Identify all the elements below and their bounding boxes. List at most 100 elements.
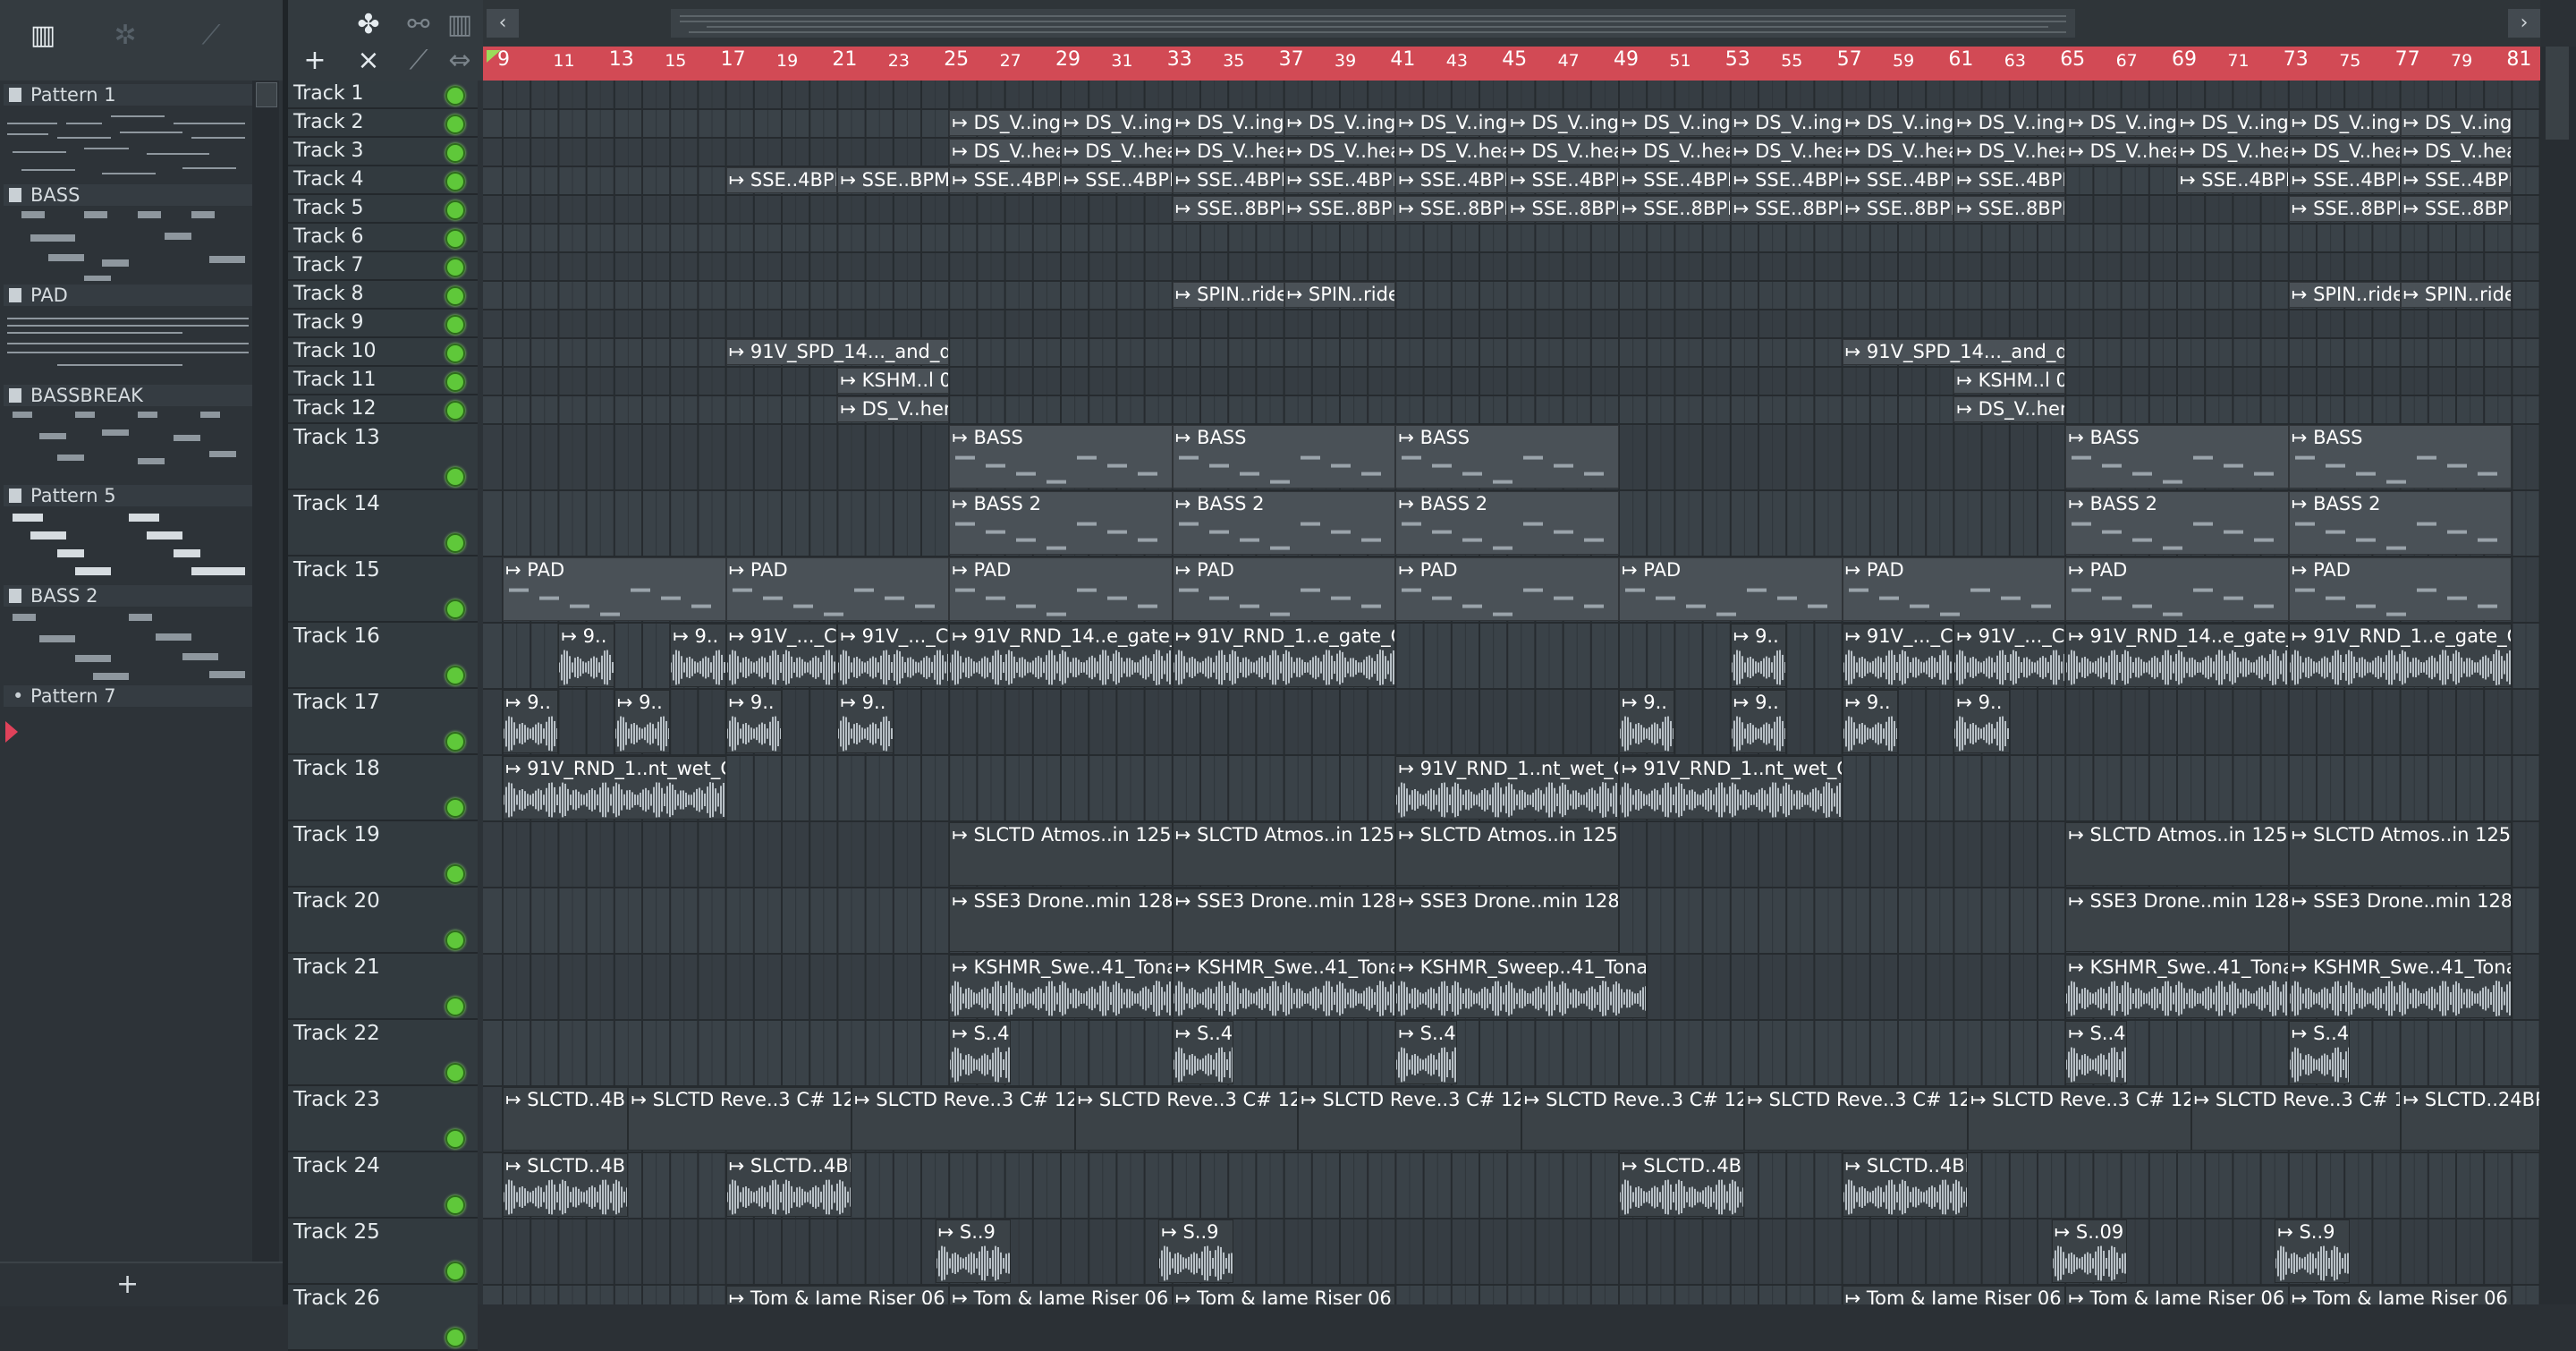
track-header[interactable]: Track 14 — [288, 490, 478, 557]
track-header[interactable]: Track 18 — [288, 755, 478, 821]
playlist-clip[interactable]: ↦ 91V_..._Cm — [725, 624, 838, 687]
playlist-clip[interactable]: ↦ 91V_..._Cm — [1953, 624, 2066, 687]
mute-led-button[interactable] — [445, 372, 465, 392]
playlist-clip[interactable]: ↦ PAD — [725, 557, 950, 621]
playlist-clip[interactable]: ↦ BASS 2 — [2065, 491, 2289, 555]
playlist-clip[interactable]: ↦ DS_V..heat — [1061, 139, 1173, 165]
track-header[interactable]: Track 15 — [288, 557, 478, 623]
playlist-clip[interactable]: ↦ SSE..4BPM — [949, 167, 1061, 193]
track-name[interactable]: Track 4 — [293, 168, 364, 191]
playlist-clip[interactable]: ↦ SSE..4BPM — [1172, 167, 1284, 193]
track-name[interactable]: Track 19 — [293, 823, 380, 846]
playlist-clip[interactable]: ↦ DS_V..ing — [949, 110, 1061, 136]
playlist-clip[interactable]: ↦ Tom & Jame Riser 06 — [2065, 1286, 2289, 1304]
overview-minimap[interactable] — [671, 9, 2075, 38]
playlist-clip[interactable]: ↦ DS_V..heat — [949, 139, 1061, 165]
playlist-clip[interactable]: ↦ DS_V..ing — [1953, 110, 2066, 136]
playlist-clip[interactable]: ↦ 9.. — [614, 690, 671, 753]
slice-tool-icon[interactable]: ⟋ — [399, 43, 438, 79]
playlist-clip[interactable]: ↦ SSE..8BPM — [1619, 196, 1731, 222]
track-name[interactable]: Track 6 — [293, 225, 364, 248]
playlist-clip[interactable]: ↦ BASS — [949, 425, 1173, 489]
mute-led-button[interactable] — [445, 115, 465, 134]
playlist-clip[interactable]: ↦ DS_V..heat — [1172, 139, 1284, 165]
playlist-clip[interactable]: ↦ SSE3 Drone..min 128BPM — [949, 888, 1173, 952]
automation-icon[interactable]: ⟋ — [193, 18, 229, 54]
playlist-clip[interactable]: ↦ DS_V..heat — [2065, 139, 2177, 165]
track-header[interactable]: Track 25 — [288, 1219, 478, 1285]
mute-led-button[interactable] — [445, 666, 465, 685]
playlist-clip[interactable]: ↦ S..4 — [1172, 1021, 1234, 1084]
mute-led-button[interactable] — [445, 86, 465, 106]
playlist-clip[interactable]: ↦ 9.. — [503, 690, 559, 753]
playlist-clip[interactable]: ↦ SSE..8BPM — [1395, 196, 1508, 222]
track-header[interactable]: Track 20 — [288, 888, 478, 954]
playlist-clip[interactable]: ↦ DS_V..heat — [1507, 139, 1619, 165]
playlist-clip[interactable]: ↦ 91V_RND_1..nt_wet_Cm — [1395, 756, 1619, 820]
track-name[interactable]: Track 18 — [293, 757, 380, 780]
track-header[interactable]: Track 4 — [288, 166, 478, 195]
track-header[interactable]: Track 24 — [288, 1152, 478, 1219]
playlist-clip[interactable]: ↦ DS_V..ing — [2065, 110, 2177, 136]
track-header[interactable]: Track 26 — [288, 1285, 478, 1351]
playlist-clip[interactable]: ↦ SSE..4BPM — [1284, 167, 1396, 193]
playlist-clip[interactable]: ↦ DS_V..ing — [2400, 110, 2512, 136]
playlist-clip[interactable]: ↦ SLCTD Atmos..in 125BPM — [2065, 822, 2289, 886]
playlist-clip[interactable]: ↦ DS_V..ing — [2288, 110, 2401, 136]
mute-led-button[interactable] — [445, 344, 465, 363]
scroll-thumb[interactable] — [256, 82, 277, 107]
playlist-clip[interactable]: ↦ DS_V..ing — [1395, 110, 1508, 136]
playlist-clip[interactable]: ↦ SLCTD..4BPM — [1842, 1153, 1968, 1217]
track-name[interactable]: Track 11 — [293, 369, 377, 391]
playlist-clip[interactable]: ↦ PAD — [2288, 557, 2512, 621]
track-header[interactable]: Track 23 — [288, 1086, 478, 1152]
mute-led-button[interactable] — [445, 467, 465, 487]
playlist-clip[interactable]: ↦ SLCTD Reve..3 C# 124BPM — [628, 1087, 852, 1151]
playlist-clip[interactable]: ↦ Tom & Jame Riser 06 — [949, 1286, 1173, 1304]
playlist-clip[interactable]: ↦ DS_V..heat — [1619, 139, 1731, 165]
playlist-clip[interactable]: ↦ S..09 — [2051, 1219, 2127, 1283]
playlist-clip[interactable]: ↦ S..9 — [935, 1219, 1011, 1283]
playlist-clip[interactable]: ↦ SLCTD Atmos..in 125BPM — [949, 822, 1173, 886]
mute-led-button[interactable] — [445, 533, 465, 553]
track-header[interactable]: Track 17 — [288, 689, 478, 755]
playlist-clip[interactable]: ↦ Tom & Jame Riser 06 — [1172, 1286, 1396, 1304]
pattern-item[interactable]: Pattern 5 — [4, 485, 252, 585]
track-name[interactable]: Track 21 — [293, 956, 380, 979]
playlist-clip[interactable]: ↦ SLCTD Reve..3 C# 124BPM — [1521, 1087, 1745, 1151]
track-name[interactable]: Track 25 — [293, 1220, 380, 1244]
playlist-clip[interactable]: ↦ BASS 2 — [1395, 491, 1619, 555]
link-tool-icon[interactable]: ⚯ — [399, 7, 438, 43]
playlist-clip[interactable]: ↦ BASS 2 — [1172, 491, 1396, 555]
pattern-item[interactable]: Pattern 1 — [4, 84, 252, 184]
mute-led-button[interactable] — [445, 1328, 465, 1347]
playlist-clip[interactable]: ↦ 91V_RND_1..nt_wet_Cm — [1619, 756, 1843, 820]
playlist-clip[interactable]: ↦ SSE..8BPM — [1284, 196, 1396, 222]
playlist-clip[interactable]: ↦ DS_V..heat — [1395, 139, 1508, 165]
track-name[interactable]: Track 3 — [293, 140, 364, 162]
playlist-clip[interactable]: ↦ BASS — [2065, 425, 2289, 489]
playlist-clip[interactable]: ↦ PAD — [949, 557, 1173, 621]
track-name[interactable]: Track 10 — [293, 340, 377, 362]
track-name[interactable]: Track 17 — [293, 691, 380, 714]
playlist-clip[interactable]: ↦ SLCTD..4BPM — [503, 1153, 629, 1217]
playlist-clip[interactable]: ↦ SPIN..ride — [2400, 282, 2512, 308]
playlist-clip[interactable]: ↦ PAD — [503, 557, 726, 621]
playlist-clip[interactable]: ↦ 9.. — [1730, 624, 1787, 687]
playlist-clip[interactable]: ↦ 91V_RND_1..e_gate_Cm — [1172, 624, 1396, 687]
playlist-clip[interactable]: ↦ 9.. — [1842, 690, 1898, 753]
playlist-clip[interactable]: ↦ SSE..4BPM — [1395, 167, 1508, 193]
track-header[interactable]: Track 12 — [288, 395, 478, 424]
track-name[interactable]: Track 22 — [293, 1022, 380, 1045]
playlist-clip[interactable]: ↦ 91V_RND_14..e_gate_Cm — [2065, 624, 2289, 687]
playhead-marker-icon[interactable] — [487, 50, 501, 63]
playlist-clip[interactable]: ↦ DS_V..heat — [1842, 139, 1954, 165]
track-name[interactable]: Track 13 — [293, 426, 380, 449]
playlist-clip[interactable]: ↦ SSE3 Drone..min 128BPM — [2065, 888, 2289, 952]
track-header[interactable]: Track 16 — [288, 623, 478, 689]
playlist-clip[interactable]: ↦ BASS — [1395, 425, 1619, 489]
playlist-clip[interactable]: ↦ BASS — [1172, 425, 1396, 489]
pattern-item[interactable]: BASS 2 — [4, 585, 252, 685]
mute-led-button[interactable] — [445, 172, 465, 191]
track-name[interactable]: Track 7 — [293, 254, 364, 276]
